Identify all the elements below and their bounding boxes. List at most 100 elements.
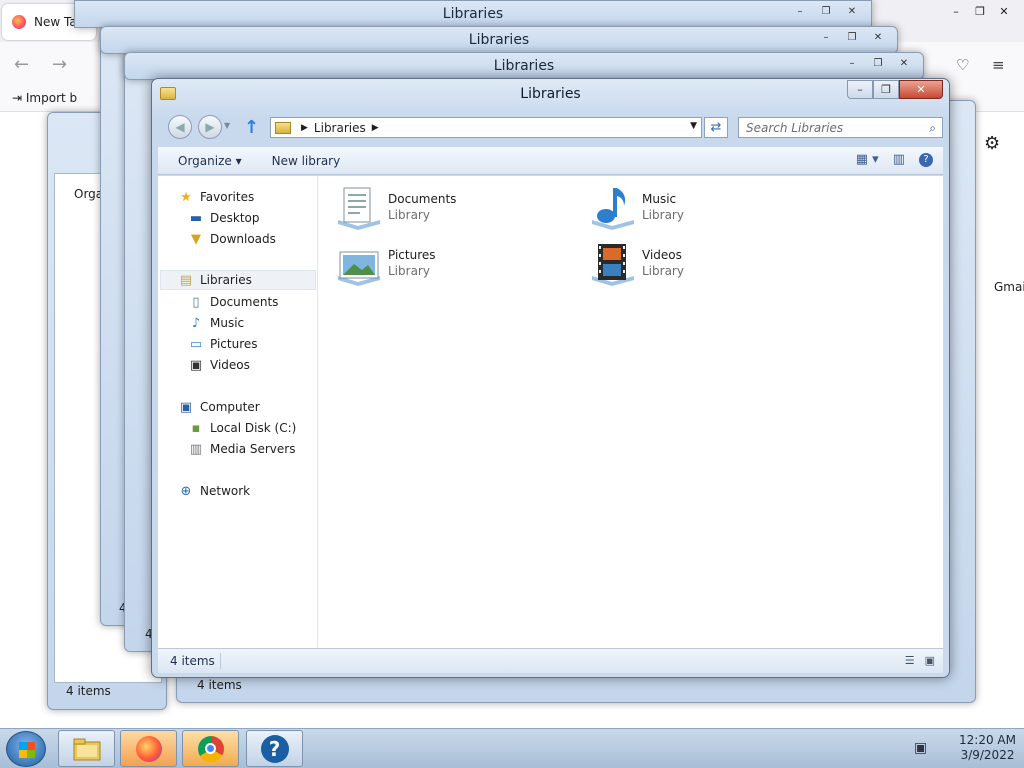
search-input[interactable]: Search Libraries ⌕ [738,117,943,138]
ghost-title: Libraries [468,32,530,48]
ghost-status: 4 items [66,684,111,698]
library-tile-videos[interactable]: Videos Library [588,240,684,288]
forward-button[interactable]: ▶ [198,115,222,139]
tile-name: Pictures [388,248,436,262]
nav-favorites[interactable]: ★ Favorites [178,187,254,207]
pictures-library-icon [334,240,384,288]
library-tile-documents[interactable]: Documents Library [334,184,456,232]
nav-local-disk[interactable]: ▪ Local Disk (C:) [188,418,297,438]
nav-network[interactable]: ⊕ Network [178,481,251,501]
search-placeholder: Search Libraries [746,121,844,135]
view-controls: ▦ ▾ ▥ ? [856,152,933,167]
libraries-window[interactable]: Libraries – ❐ ✕ ◀ ▶ ▼ ↑ ▶ Libraries ▶ ▼ … [151,78,950,678]
organize-button[interactable]: Organize ▾ [168,154,252,168]
documents-library-icon [334,184,384,232]
tile-name: Documents [388,192,457,206]
nav-label: Documents [210,295,279,309]
pocket-icon[interactable]: ♡ [956,56,969,74]
library-tile-music[interactable]: Music Library [588,184,684,232]
help-icon: ? [260,734,289,763]
ghost-titlebar-3: Libraries – ❐ ✕ [124,52,924,80]
ghost-cmd-label: Orga [74,187,104,201]
videos-library-icon [588,240,638,288]
import-label: Import b [25,91,78,105]
gear-icon[interactable]: ⚙ [984,133,1000,154]
tile-sub: Library [642,208,684,222]
nav-desktop[interactable]: ▬ Desktop [188,208,260,228]
import-bookmarks-link[interactable]: ⇥ Import b [12,91,77,105]
taskbar-chrome-button[interactable] [182,730,239,767]
address-bar[interactable]: ▶ Libraries ▶ ▼ [270,117,702,138]
minimize-button[interactable]: – [944,2,968,20]
star-icon: ★ [180,189,192,205]
nav-computer[interactable]: ▣ Computer [178,397,260,417]
preview-pane-icon[interactable]: ▥ [893,152,905,167]
window-controls: – ❐ ✕ [847,80,943,99]
close-button[interactable]: ✕ [899,80,943,99]
taskbar-firefox-button[interactable] [120,730,177,767]
back-arrow-icon[interactable]: ← [14,54,29,75]
refresh-button[interactable]: ⇄ [704,117,728,138]
music-icon: ♪ [191,315,201,331]
pictures-icon: ▭ [189,336,203,352]
item-count: 4 items [170,654,215,668]
nav-documents[interactable]: ▯ Documents [188,292,278,312]
nav-downloads[interactable]: ▼ Downloads [188,229,276,249]
breadcrumb-libraries[interactable]: Libraries [314,121,366,135]
nav-label: Desktop [210,211,260,225]
gmail-link[interactable]: Gmail [994,280,1024,294]
ghost-title: Libraries [442,6,504,22]
help-icon[interactable]: ? [919,152,933,167]
nav-media-servers[interactable]: ▥ Media Servers [188,439,296,459]
nav-label: Favorites [200,190,255,204]
maximize-button[interactable]: ❐ [873,80,899,99]
computer-icon: ▣ [179,399,193,415]
clock-time: 12:20 AM [959,733,1016,747]
organize-label: Organize [178,153,232,168]
details-view-icon[interactable]: ☰ [905,654,915,667]
forward-arrow-icon[interactable]: → [52,54,67,75]
folder-icon [73,738,100,760]
up-arrow-icon[interactable]: ↑ [244,117,259,138]
ghost-titlebar-1: Libraries – ❐ ✕ [74,0,872,28]
start-button[interactable] [6,731,46,767]
taskbar: ? ▣ 12:20 AM 3/9/2022 [0,728,1024,768]
search-icon[interactable]: ⌕ [929,121,936,136]
taskbar-explorer-button[interactable] [58,730,115,767]
library-tile-pictures[interactable]: Pictures Library [334,240,436,288]
navigation-pane: ★ Favorites ▬ Desktop ▼ Downloads ▤ Libr… [158,176,318,648]
desktop-icon: ▬ [189,210,203,226]
window-title: Libraries [520,86,581,102]
nav-pictures[interactable]: ▭ Pictures [188,334,258,354]
back-button[interactable]: ◀ [168,115,192,139]
nav-libraries[interactable]: ▤ Libraries [160,270,316,290]
content-pane: Documents Library Music Library Pictures Li… [318,176,943,648]
nav-label: Media Servers [210,442,296,456]
minimize-button[interactable]: – [847,80,873,99]
change-view-icon[interactable]: ▦ ▾ [856,152,879,167]
nav-music[interactable]: ♪ Music [188,313,244,333]
large-icons-view-icon[interactable]: ▣ [925,654,935,667]
close-button[interactable]: ✕ [992,2,1016,20]
libraries-icon: ▤ [179,272,193,288]
window-body: ★ Favorites ▬ Desktop ▼ Downloads ▤ Libr… [158,176,943,648]
system-clock[interactable]: 12:20 AM 3/9/2022 [959,733,1016,763]
status-divider [220,653,221,669]
nav-label: Libraries [200,273,252,287]
network-tray-icon[interactable]: ▣ [914,740,927,756]
recent-pages-dropdown-icon[interactable]: ▼ [224,121,230,130]
nav-videos[interactable]: ▣ Videos [188,355,250,375]
network-icon: ⊕ [180,483,192,499]
taskbar-help-button[interactable]: ? [246,730,303,767]
nav-label: Pictures [210,337,258,351]
maximize-button[interactable]: ❐ [968,2,992,20]
ghost-titlebar-2: Libraries – ❐ ✕ [100,26,898,54]
breadcrumb-chevron-icon[interactable]: ▶ [301,123,308,133]
breadcrumb-chevron-icon[interactable]: ▶ [372,123,379,133]
tile-sub: Library [388,208,430,222]
new-library-button[interactable]: New library [262,154,351,168]
chrome-icon [197,735,224,762]
tile-sub: Library [388,264,430,278]
address-dropdown-icon[interactable]: ▼ [690,121,697,131]
menu-icon[interactable]: ≡ [992,56,1005,74]
